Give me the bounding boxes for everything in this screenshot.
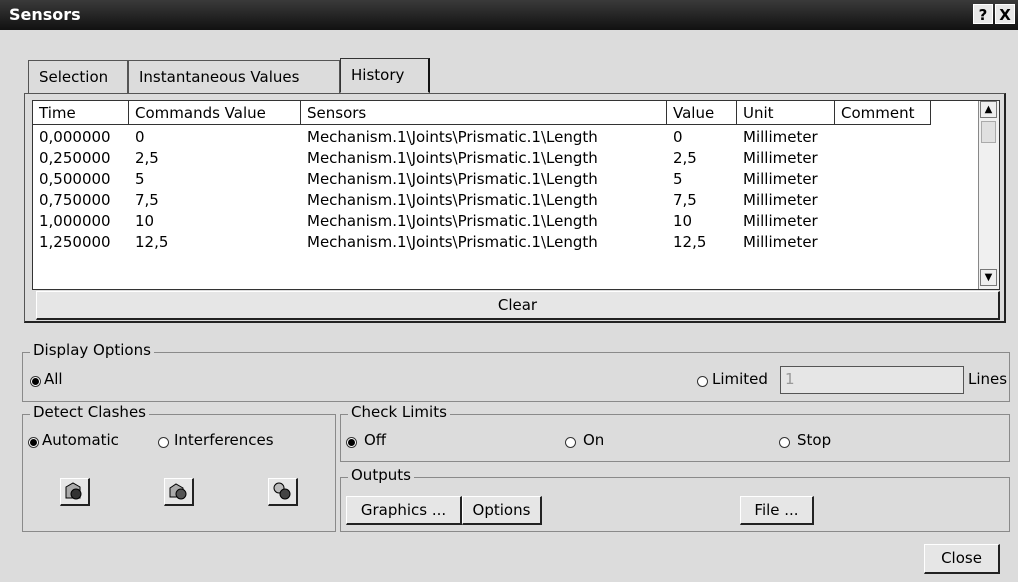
radio-automatic[interactable]: [28, 437, 39, 448]
radio-limited-label: Limited: [712, 370, 768, 388]
clash-detection-icon[interactable]: [164, 478, 194, 506]
radio-on-label: On: [583, 431, 605, 449]
radio-all-label: All: [44, 370, 63, 388]
cell-sensor: Mechanism.1\Joints\Prismatic.1\Length: [307, 170, 598, 188]
scroll-up-icon[interactable]: ▲: [980, 101, 997, 118]
tab-history[interactable]: History: [340, 58, 430, 93]
radio-off[interactable]: [346, 437, 357, 448]
cell-commands-value: 10: [135, 212, 155, 230]
cell-value: 10: [673, 212, 693, 230]
cell-unit: Millimeter: [743, 191, 818, 209]
scroll-thumb[interactable]: [981, 121, 996, 143]
detect-clashes-label: Detect Clashes: [30, 403, 149, 421]
cell-commands-value: 0: [135, 128, 145, 146]
file-button[interactable]: File ...: [740, 496, 814, 525]
cell-unit: Millimeter: [743, 212, 818, 230]
cell-value: 2,5: [673, 149, 697, 167]
limited-lines-input[interactable]: 1: [780, 366, 964, 394]
options-button[interactable]: Options: [462, 496, 542, 525]
outputs-label: Outputs: [348, 466, 414, 484]
radio-interferences-label: Interferences: [174, 431, 274, 449]
cell-value: 12,5: [673, 233, 707, 251]
title-bar: Sensors ? X: [0, 0, 1018, 30]
close-button[interactable]: Close: [924, 544, 1000, 574]
cell-unit: Millimeter: [743, 149, 818, 167]
sensors-dialog: Sensors ? X Selection Instantaneous Valu…: [0, 0, 1018, 582]
cell-sensor: Mechanism.1\Joints\Prismatic.1\Length: [307, 233, 598, 251]
cell-time: 0,500000: [39, 170, 111, 188]
radio-off-label: Off: [364, 431, 387, 449]
cell-time: 0,750000: [39, 191, 111, 209]
column-header-comment[interactable]: Comment: [835, 101, 931, 125]
column-header-value[interactable]: Value: [667, 101, 737, 125]
cell-sensor: Mechanism.1\Joints\Prismatic.1\Length: [307, 191, 598, 209]
lines-label: Lines: [968, 370, 1008, 388]
cell-unit: Millimeter: [743, 233, 818, 251]
cell-commands-value: 7,5: [135, 191, 159, 209]
cell-time: 0,250000: [39, 149, 111, 167]
help-button[interactable]: ?: [973, 4, 993, 24]
clear-button[interactable]: Clear: [36, 291, 1000, 320]
cell-commands-value: 12,5: [135, 233, 169, 251]
radio-interferences[interactable]: [158, 437, 169, 448]
radio-stop[interactable]: [779, 437, 790, 448]
check-limits-label: Check Limits: [348, 403, 450, 421]
clash-interference-icon[interactable]: [268, 478, 298, 506]
radio-limited[interactable]: [697, 376, 708, 387]
cell-unit: Millimeter: [743, 170, 818, 188]
radio-all[interactable]: [30, 376, 41, 387]
clash-stop-icon[interactable]: [60, 478, 90, 506]
cell-time: 1,000000: [39, 212, 111, 230]
column-header-time[interactable]: Time: [33, 101, 129, 125]
tab-selection[interactable]: Selection: [28, 60, 128, 93]
cell-value: 7,5: [673, 191, 697, 209]
radio-automatic-label: Automatic: [42, 431, 119, 449]
cell-sensor: Mechanism.1\Joints\Prismatic.1\Length: [307, 149, 598, 167]
cell-commands-value: 5: [135, 170, 145, 188]
radio-on[interactable]: [565, 437, 576, 448]
display-options-label: Display Options: [30, 341, 154, 359]
scroll-down-icon[interactable]: ▼: [980, 269, 997, 286]
check-limits-group: [340, 414, 1010, 462]
column-header-sensors[interactable]: Sensors: [301, 101, 667, 125]
cell-sensor: Mechanism.1\Joints\Prismatic.1\Length: [307, 212, 598, 230]
column-header-unit[interactable]: Unit: [737, 101, 835, 125]
cell-value: 5: [673, 170, 683, 188]
window-title: Sensors: [9, 5, 81, 24]
radio-stop-label: Stop: [797, 431, 832, 449]
table-scrollbar[interactable]: ▲ ▼: [978, 101, 999, 289]
close-window-button[interactable]: X: [995, 4, 1015, 24]
cell-commands-value: 2,5: [135, 149, 159, 167]
tab-instantaneous-values[interactable]: Instantaneous Values: [128, 60, 340, 93]
column-header-commands-value[interactable]: Commands Value: [129, 101, 301, 125]
cell-unit: Millimeter: [743, 128, 818, 146]
cell-time: 1,250000: [39, 233, 111, 251]
cell-time: 0,000000: [39, 128, 111, 146]
graphics-button[interactable]: Graphics ...: [346, 496, 462, 525]
cell-value: 0: [673, 128, 683, 146]
cell-sensor: Mechanism.1\Joints\Prismatic.1\Length: [307, 128, 598, 146]
history-table[interactable]: Time Commands Value Sensors Value Unit C…: [32, 100, 1000, 290]
